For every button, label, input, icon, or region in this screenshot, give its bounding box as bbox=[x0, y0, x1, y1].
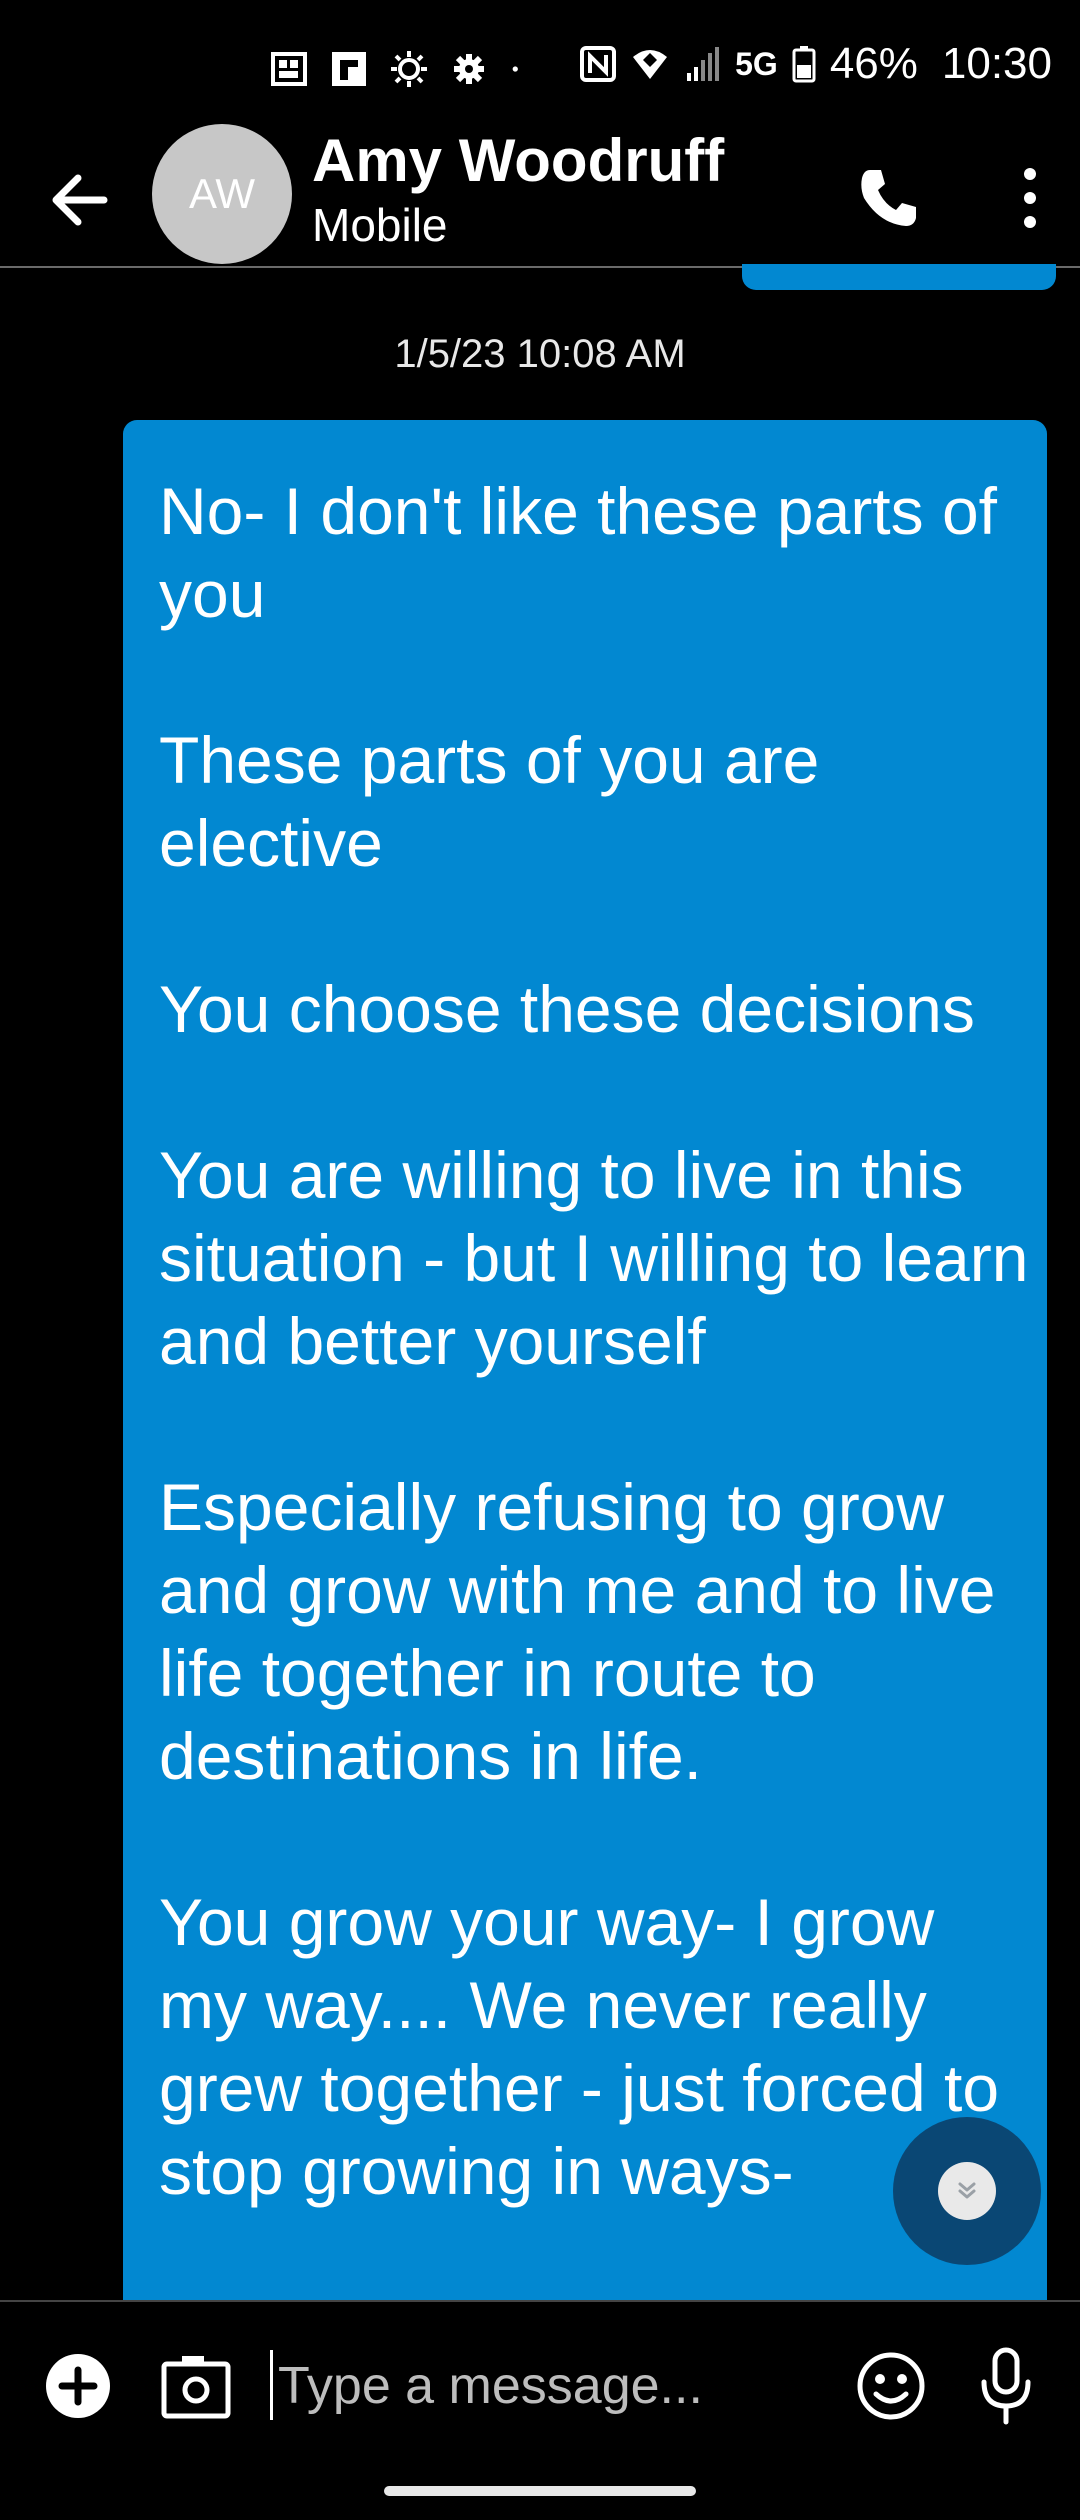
battery-icon bbox=[792, 46, 816, 83]
double-chevron-down-icon bbox=[958, 2182, 976, 2199]
avatar[interactable]: AW bbox=[152, 124, 292, 264]
status-notification-icons bbox=[270, 50, 530, 88]
text-cursor bbox=[270, 2350, 273, 2420]
phone-icon[interactable] bbox=[848, 158, 928, 238]
gallery-notification-icon bbox=[271, 52, 307, 86]
more-notifications-dot-icon bbox=[512, 66, 518, 72]
message-bubble[interactable]: No- I don't like these parts of you Thes… bbox=[123, 420, 1047, 2320]
network-type: 5G bbox=[735, 46, 778, 82]
contact-name[interactable]: Amy Woodruff bbox=[312, 126, 724, 195]
wifi-icon bbox=[633, 50, 668, 79]
scroll-down-circle bbox=[938, 2162, 996, 2220]
battery-percent: 46% bbox=[829, 39, 918, 88]
message-input[interactable] bbox=[276, 2346, 840, 2426]
status-bar: 5G 46% 10:30 bbox=[0, 0, 1080, 130]
gesture-nav-handle[interactable] bbox=[384, 2486, 696, 2496]
emoji-icon[interactable] bbox=[855, 2350, 927, 2422]
brightness-icon bbox=[391, 51, 427, 87]
camera-gallery-icon[interactable] bbox=[160, 2350, 232, 2422]
contact-number-type: Mobile bbox=[312, 199, 448, 251]
settings-notification-icon bbox=[454, 54, 484, 84]
more-options-icon[interactable] bbox=[1000, 158, 1060, 238]
status-system-icons: 5G 46% 10:30 bbox=[579, 42, 1052, 86]
microphone-icon[interactable] bbox=[970, 2346, 1042, 2426]
signal-icon bbox=[687, 47, 720, 81]
message-text: No- I don't like these parts of you Thes… bbox=[159, 474, 1029, 2208]
nfc-icon bbox=[580, 46, 617, 82]
clock: 10:30 bbox=[941, 39, 1052, 88]
add-attachment-icon[interactable] bbox=[44, 2352, 112, 2420]
message-composer bbox=[0, 2300, 1080, 2462]
back-arrow-icon[interactable] bbox=[40, 160, 120, 240]
conversation-header: AW Amy Woodruff Mobile bbox=[0, 120, 1080, 268]
previous-message-bubble[interactable] bbox=[742, 264, 1056, 290]
message-timestamp: 1/5/23 10:08 AM bbox=[394, 332, 686, 376]
scroll-to-bottom-button[interactable] bbox=[893, 2117, 1041, 2265]
flipboard-icon bbox=[332, 52, 366, 86]
